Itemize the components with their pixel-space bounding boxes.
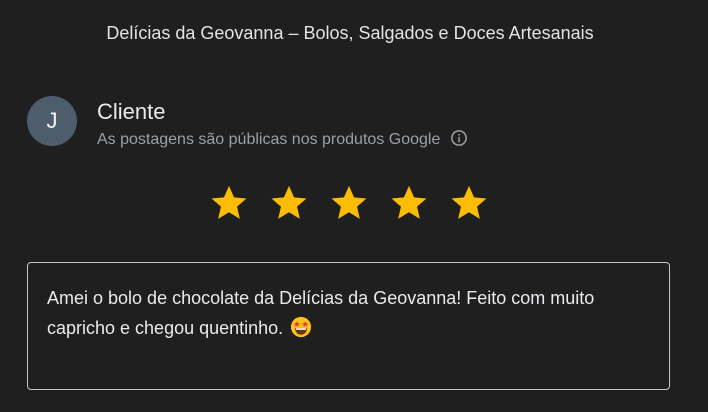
star-1-icon[interactable] bbox=[199, 178, 259, 228]
public-posting-note: As postagens são públicas nos produtos G… bbox=[97, 129, 468, 150]
star-5-icon[interactable] bbox=[439, 178, 499, 228]
review-text-content: Amei o bolo de chocolate da Delícias da … bbox=[47, 283, 647, 343]
avatar: J bbox=[27, 96, 77, 146]
review-text: Amei o bolo de chocolate da Delícias da … bbox=[47, 288, 595, 338]
info-icon[interactable] bbox=[450, 129, 468, 147]
user-name: Cliente bbox=[97, 99, 166, 124]
review-textarea[interactable]: Amei o bolo de chocolate da Delícias da … bbox=[27, 262, 670, 390]
star-rating bbox=[199, 178, 499, 228]
star-2-icon[interactable] bbox=[259, 178, 319, 228]
star-struck-emoji-icon bbox=[290, 316, 312, 338]
public-posting-text: As postagens são públicas nos produtos G… bbox=[97, 131, 441, 148]
business-title: Delícias da Geovanna – Bolos, Salgados e… bbox=[106, 23, 594, 43]
star-3-icon[interactable] bbox=[319, 178, 379, 228]
star-4-icon[interactable] bbox=[379, 178, 439, 228]
